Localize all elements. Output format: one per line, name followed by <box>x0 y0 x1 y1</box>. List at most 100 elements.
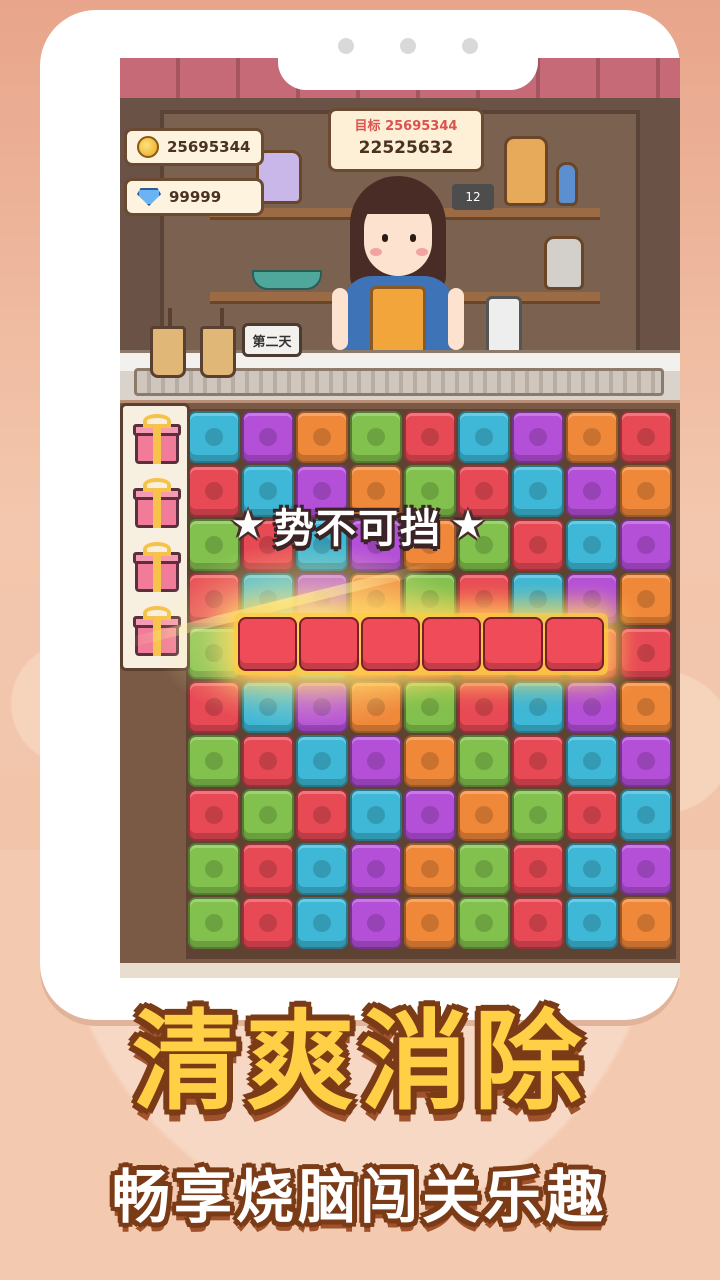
tile-purple[interactable] <box>620 735 672 787</box>
tile-blue[interactable] <box>566 897 618 949</box>
shop-scene: 12 第二天 25695344 99999 目标 25695344 225256… <box>120 58 680 403</box>
current-score: 22525632 <box>358 138 454 158</box>
cleared-tile <box>238 617 298 671</box>
gift-box-icon[interactable] <box>133 478 181 530</box>
promo-subline: 畅享烧脑闯关乐趣 <box>111 1163 608 1231</box>
tile-orange[interactable] <box>296 411 348 463</box>
tile-orange[interactable] <box>404 897 456 949</box>
shopkeeper-bangs <box>358 182 438 214</box>
gem-value: 99999 <box>169 188 222 206</box>
tile-blue[interactable] <box>188 411 240 463</box>
gem-icon <box>137 188 161 206</box>
tile-orange[interactable] <box>404 843 456 895</box>
bottle-icon <box>556 162 578 206</box>
promo-headline: 清爽消除 <box>131 1000 588 1125</box>
clock-sign: 12 <box>452 184 494 210</box>
tile-red[interactable] <box>566 789 618 841</box>
fruit-tray-icon <box>252 270 322 290</box>
cleared-tile <box>299 617 359 671</box>
cleared-tile <box>544 617 604 671</box>
tile-green[interactable] <box>188 843 240 895</box>
tile-orange[interactable] <box>620 573 672 625</box>
tile-blue[interactable] <box>566 519 618 571</box>
combo-banner: ★ 势不可挡 ★ <box>178 490 538 560</box>
tile-blue[interactable] <box>620 789 672 841</box>
tile-purple[interactable] <box>350 735 402 787</box>
tile-purple[interactable] <box>566 465 618 517</box>
cleared-row-highlight <box>234 613 608 675</box>
tile-green[interactable] <box>458 735 510 787</box>
tile-red[interactable] <box>620 411 672 463</box>
tile-orange[interactable] <box>620 897 672 949</box>
shopkeeper-arm <box>448 288 464 350</box>
target-score-panel: 目标 25695344 22525632 <box>328 108 484 172</box>
tile-blue[interactable] <box>350 789 402 841</box>
gem-counter[interactable]: 99999 <box>124 178 264 216</box>
tile-red[interactable] <box>188 789 240 841</box>
tile-red[interactable] <box>512 735 564 787</box>
cleared-tile <box>483 617 543 671</box>
tile-orange[interactable] <box>620 465 672 517</box>
cleared-tile <box>360 617 420 671</box>
shopkeeper-apron <box>370 286 426 356</box>
tile-green[interactable] <box>458 843 510 895</box>
tile-red[interactable] <box>512 843 564 895</box>
tile-orange[interactable] <box>566 411 618 463</box>
tile-blue[interactable] <box>296 735 348 787</box>
shopkeeper-arm <box>332 288 348 350</box>
tile-purple[interactable] <box>350 897 402 949</box>
tile-blue[interactable] <box>458 411 510 463</box>
camera-dot-icon <box>462 38 478 54</box>
phone-notch <box>278 10 538 90</box>
tile-blue[interactable] <box>296 897 348 949</box>
tile-red[interactable] <box>296 789 348 841</box>
tile-green[interactable] <box>242 789 294 841</box>
tile-purple[interactable] <box>566 681 618 733</box>
shopkeeper-blush <box>416 248 428 256</box>
drink-cup-icon <box>200 326 236 378</box>
tile-blue[interactable] <box>296 843 348 895</box>
tile-blue[interactable] <box>566 735 618 787</box>
camera-dot-icon <box>400 38 416 54</box>
tile-blue[interactable] <box>512 681 564 733</box>
tile-orange[interactable] <box>620 681 672 733</box>
shopkeeper-blush <box>370 248 382 256</box>
day-label: 第二天 <box>242 323 302 357</box>
combo-text: 势不可挡 <box>274 506 442 552</box>
tile-red[interactable] <box>512 897 564 949</box>
tile-purple[interactable] <box>620 519 672 571</box>
dispenser-icon <box>544 236 584 290</box>
tile-green[interactable] <box>458 897 510 949</box>
star-icon: ★ <box>230 502 266 548</box>
tile-green[interactable] <box>188 897 240 949</box>
tile-green[interactable] <box>512 789 564 841</box>
coin-counter[interactable]: 25695344 <box>124 128 264 166</box>
tile-green[interactable] <box>350 411 402 463</box>
coin-icon <box>137 136 159 158</box>
camera-dot-icon <box>338 38 354 54</box>
cleared-tile <box>421 617 482 671</box>
tile-red[interactable] <box>404 411 456 463</box>
drink-cup-icon <box>150 326 186 378</box>
gift-box-icon[interactable] <box>133 414 181 466</box>
tile-red[interactable] <box>620 627 672 679</box>
tile-red[interactable] <box>242 897 294 949</box>
tile-purple[interactable] <box>404 789 456 841</box>
tile-purple[interactable] <box>512 411 564 463</box>
tile-purple[interactable] <box>620 843 672 895</box>
tile-orange[interactable] <box>458 789 510 841</box>
star-icon: ★ <box>450 502 486 548</box>
tile-orange[interactable] <box>404 735 456 787</box>
tile-blue[interactable] <box>566 843 618 895</box>
tile-red[interactable] <box>242 735 294 787</box>
shopkeeper-eye <box>382 234 388 242</box>
blender-icon <box>486 296 522 358</box>
tile-red[interactable] <box>242 843 294 895</box>
tile-green[interactable] <box>188 735 240 787</box>
tile-purple[interactable] <box>242 411 294 463</box>
tile-purple[interactable] <box>350 843 402 895</box>
jar-icon <box>504 136 548 206</box>
target-label: 目标 25695344 <box>354 119 458 134</box>
coin-value: 25695344 <box>167 138 251 156</box>
shopkeeper-eye <box>410 234 416 242</box>
